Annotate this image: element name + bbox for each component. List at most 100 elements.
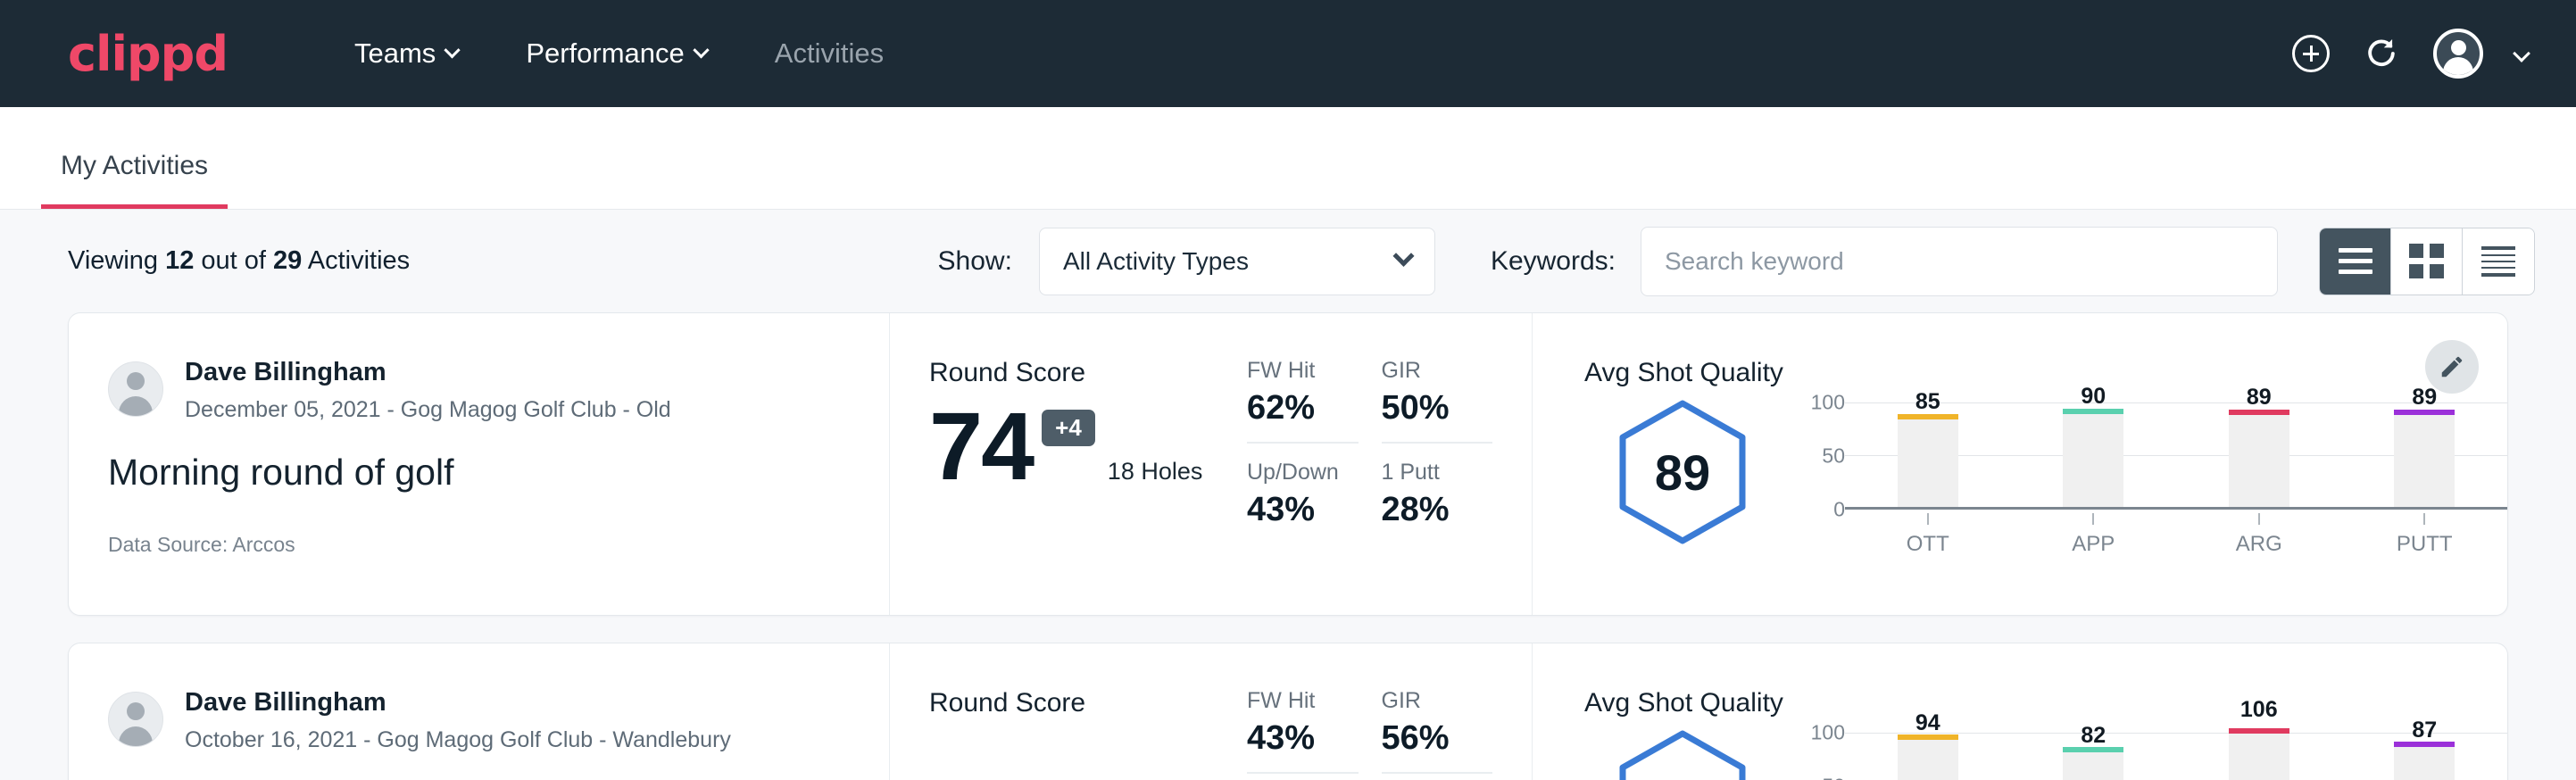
activity-title: Morning round of golf bbox=[108, 452, 850, 494]
nav-item-teams-label: Teams bbox=[354, 37, 436, 70]
nav-item-teams[interactable]: Teams bbox=[320, 37, 492, 70]
refresh-icon[interactable] bbox=[2362, 34, 2401, 73]
x-tick-ott: OTT bbox=[1898, 513, 1958, 557]
show-label: Show: bbox=[938, 246, 1012, 277]
account-chevron-down-icon[interactable] bbox=[2513, 45, 2530, 62]
x-tick-arg: ARG bbox=[2229, 513, 2289, 557]
filter-controls: Show: All Activity Types Keywords: bbox=[938, 227, 2535, 296]
avg-shot-quality-label: Avg Shot Quality bbox=[1584, 688, 2507, 718]
clippd-logo[interactable]: clippd bbox=[68, 26, 228, 82]
player-name: Dave Billingham bbox=[185, 688, 731, 718]
top-navigation-bar: clippd Teams Performance Activities bbox=[0, 0, 2576, 107]
list-view-icon bbox=[2339, 248, 2372, 274]
activity-card[interactable]: Dave Billingham October 16, 2021 - Gog M… bbox=[68, 643, 2508, 780]
stat-up-down-label: Up/Down bbox=[1247, 460, 1359, 485]
chevron-down-icon bbox=[1392, 245, 1414, 267]
round-score-value-row: 74 +4 18 Holes bbox=[929, 401, 1247, 493]
chart-bar-arg-value: 89 bbox=[2247, 385, 2272, 411]
nav-actions bbox=[2292, 29, 2528, 79]
y-tick-100: 100 bbox=[1811, 391, 1845, 415]
round-score-value: 74 bbox=[929, 401, 1033, 493]
chevron-down-icon bbox=[445, 42, 461, 58]
activity-player: Dave Billingham October 16, 2021 - Gog M… bbox=[108, 688, 850, 753]
shot-quality-chart: 100 50 0 94 bbox=[1781, 724, 2507, 780]
compact-view-button[interactable] bbox=[2463, 228, 2534, 295]
shot-quality-section: Avg Shot Quality 89 100 50 bbox=[1533, 313, 2507, 615]
x-tick-putt-label: PUTT bbox=[2394, 532, 2455, 557]
viewing-mid: out of bbox=[194, 246, 273, 275]
stat-fw-hit: FW Hit 43% bbox=[1247, 688, 1359, 774]
y-tick-100: 100 bbox=[1811, 721, 1845, 745]
chart-bar-ott: 94 bbox=[1898, 733, 1958, 780]
view-mode-toggle-group bbox=[2319, 228, 2535, 295]
x-tick-ott-label: OTT bbox=[1898, 532, 1958, 557]
shot-quality-value bbox=[1616, 729, 1749, 780]
chart-plot-area: 94 82 106 bbox=[1845, 733, 2507, 780]
stat-gir: GIR 50% bbox=[1382, 358, 1493, 444]
stat-gir-label: GIR bbox=[1382, 358, 1493, 384]
nav-item-activities-label: Activities bbox=[775, 37, 884, 70]
stat-one-putt-value: 28% bbox=[1382, 491, 1493, 529]
activity-summary: Dave Billingham October 16, 2021 - Gog M… bbox=[69, 643, 890, 780]
y-tick-0: 0 bbox=[1833, 498, 1845, 522]
stat-one-putt-label: 1 Putt bbox=[1382, 460, 1493, 485]
shot-quality-hexagon bbox=[1584, 724, 1781, 780]
nav-item-activities[interactable]: Activities bbox=[741, 37, 918, 70]
chart-bar-arg-value: 106 bbox=[2240, 697, 2278, 723]
avg-shot-quality-label: Avg Shot Quality bbox=[1584, 358, 2507, 388]
round-score-section: Round Score 74 +4 18 Holes bbox=[890, 313, 1247, 615]
account-avatar-icon[interactable] bbox=[2433, 29, 2483, 79]
round-stats-section: FW Hit 43% GIR 56% bbox=[1247, 643, 1533, 780]
activity-type-select[interactable]: All Activity Types bbox=[1039, 228, 1435, 295]
chevron-down-icon bbox=[693, 42, 709, 58]
filter-bar: Viewing 12 out of 29 Activities Show: Al… bbox=[0, 210, 2576, 312]
list-view-button[interactable] bbox=[2320, 228, 2391, 295]
stat-up-down: Up/Down 43% bbox=[1247, 444, 1359, 529]
chart-plot-area: 85 90 89 bbox=[1845, 402, 2507, 510]
stat-gir-value: 50% bbox=[1382, 389, 1493, 427]
avatar bbox=[108, 361, 163, 417]
stat-fw-hit: FW Hit 62% bbox=[1247, 358, 1359, 444]
stat-fw-hit-value: 62% bbox=[1247, 389, 1359, 427]
add-circle-icon[interactable] bbox=[2292, 35, 2330, 72]
stat-gir: GIR 56% bbox=[1382, 688, 1493, 774]
chart-bar-app: 90 bbox=[2063, 402, 2123, 507]
player-name: Dave Billingham bbox=[185, 358, 671, 387]
chart-x-axis: OTT APP ARG PUTT bbox=[1845, 513, 2507, 557]
grid-view-icon bbox=[2409, 244, 2444, 278]
tab-my-activities[interactable]: My Activities bbox=[41, 151, 228, 209]
chart-bar-ott-value: 85 bbox=[1915, 389, 1940, 415]
chart-bar-app: 82 bbox=[2063, 733, 2123, 780]
search-input[interactable] bbox=[1641, 227, 2278, 296]
avatar bbox=[108, 692, 163, 747]
activity-data-source: Data Source: Arccos bbox=[108, 533, 850, 557]
activity-type-select-value: All Activity Types bbox=[1063, 247, 1249, 276]
viewing-count-text: Viewing 12 out of 29 Activities bbox=[68, 246, 410, 276]
holes-played-label: 18 Holes bbox=[1108, 458, 1203, 493]
round-score-section: Round Score bbox=[890, 643, 1247, 780]
shot-quality-hexagon: 89 bbox=[1584, 394, 1781, 545]
chart-bar-app-value: 82 bbox=[2081, 723, 2106, 749]
chart-bars: 94 82 106 bbox=[1845, 733, 2507, 780]
tab-bar: My Activities bbox=[0, 107, 2576, 210]
chart-bar-putt-value: 87 bbox=[2412, 718, 2437, 743]
viewing-prefix: Viewing bbox=[68, 246, 165, 275]
compact-view-icon bbox=[2481, 246, 2515, 277]
stat-one-putt: 1 Putt 28% bbox=[1382, 444, 1493, 529]
stat-fw-hit-label: FW Hit bbox=[1247, 688, 1359, 714]
y-tick-50: 50 bbox=[1822, 775, 1845, 780]
x-tick-putt: PUTT bbox=[2394, 513, 2455, 557]
edit-activity-button[interactable] bbox=[2425, 340, 2479, 394]
shot-quality-value: 89 bbox=[1616, 399, 1749, 545]
viewing-total: 29 bbox=[273, 246, 302, 275]
main-nav-links: Teams Performance Activities bbox=[320, 37, 918, 70]
x-tick-app-label: APP bbox=[2063, 532, 2123, 557]
pencil-icon bbox=[2439, 353, 2465, 380]
stat-up-down-value: 43% bbox=[1247, 491, 1359, 529]
nav-item-performance[interactable]: Performance bbox=[492, 37, 740, 70]
round-score-label: Round Score bbox=[929, 358, 1247, 388]
activity-card[interactable]: Dave Billingham December 05, 2021 - Gog … bbox=[68, 312, 2508, 616]
chart-y-axis: 100 50 0 bbox=[1797, 733, 1845, 780]
grid-view-button[interactable] bbox=[2391, 228, 2463, 295]
chart-bar-putt: 89 bbox=[2394, 402, 2455, 507]
